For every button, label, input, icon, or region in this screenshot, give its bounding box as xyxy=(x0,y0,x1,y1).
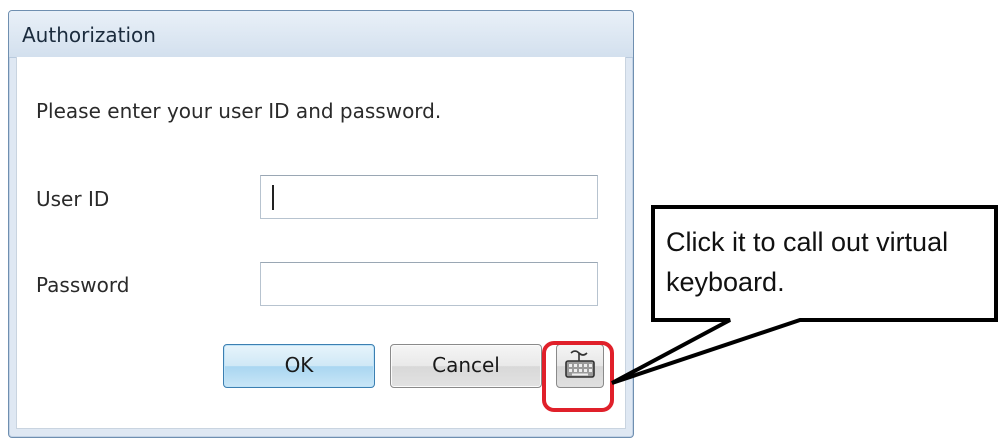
virtual-keyboard-icon xyxy=(565,350,595,378)
password-input[interactable] xyxy=(260,262,598,306)
password-label: Password xyxy=(36,273,130,297)
dialog-titlebar[interactable]: Authorization xyxy=(9,11,633,58)
callout-text: Click it to call out virtual keyboard. xyxy=(666,227,949,297)
text-caret xyxy=(272,185,274,210)
user-id-input[interactable] xyxy=(260,175,598,219)
dialog-title: Authorization xyxy=(22,23,156,47)
dialog-content: Please enter your user ID and password. … xyxy=(16,57,626,429)
authorization-dialog: Authorization Please enter your user ID … xyxy=(8,10,634,438)
cancel-button[interactable]: Cancel xyxy=(390,344,542,388)
ok-button[interactable]: OK xyxy=(223,344,375,388)
instruction-text: Please enter your user ID and password. xyxy=(36,99,442,123)
virtual-keyboard-button[interactable] xyxy=(556,344,604,388)
user-id-label: User ID xyxy=(36,187,110,211)
